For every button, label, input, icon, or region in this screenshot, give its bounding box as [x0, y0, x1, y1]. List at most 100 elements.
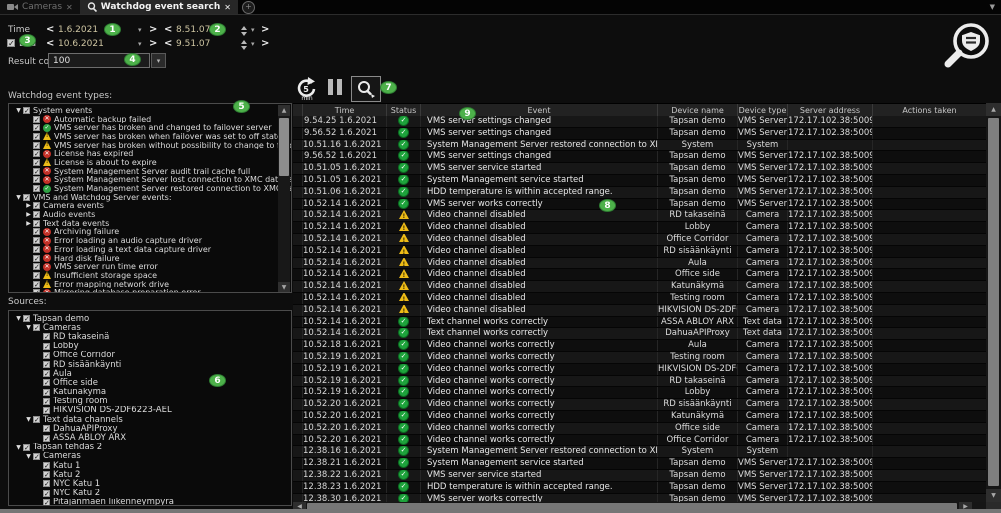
- event-type-item[interactable]: ▼✓VMS and Watchdog Server events:: [14, 193, 291, 202]
- checkbox[interactable]: ✓: [33, 168, 40, 175]
- table-row[interactable]: 10.52.19 1.6.2021✓Video channel works co…: [293, 387, 986, 399]
- checkbox[interactable]: ✓: [33, 255, 40, 262]
- checkbox[interactable]: ✓: [33, 416, 40, 423]
- event-types-scrollbar[interactable]: ▲ ▼: [278, 105, 290, 293]
- event-type-item[interactable]: ✓✓VMS server has broken and changed to f…: [14, 123, 291, 132]
- source-item[interactable]: ▼✓Tapsan demo: [14, 314, 291, 323]
- expander-open-icon[interactable]: ▼: [14, 194, 23, 201]
- event-type-item[interactable]: ✓✕Archiving failure: [14, 228, 291, 237]
- column-header-status[interactable]: Status: [387, 104, 421, 116]
- event-type-item[interactable]: ✓✕Automatic backup failed: [14, 115, 291, 124]
- checkbox[interactable]: ✓: [23, 194, 30, 201]
- event-type-item[interactable]: ✓✕VMS server run time error: [14, 262, 291, 271]
- event-type-item[interactable]: ✓✕Error loading an audio capture driver: [14, 236, 291, 245]
- table-row[interactable]: 10.52.14 1.6.2021Video channel disabledA…: [293, 258, 986, 270]
- table-row[interactable]: 10.52.18 1.6.2021✓Video channel works co…: [293, 340, 986, 352]
- start-time-next-icon[interactable]: >: [261, 25, 269, 35]
- checkbox[interactable]: ✓: [33, 142, 40, 149]
- start-time-spinner[interactable]: [241, 26, 247, 36]
- source-item[interactable]: ✓Testing room: [14, 397, 291, 406]
- tab-cameras[interactable]: Cameras ✕: [0, 0, 80, 14]
- checkbox[interactable]: ✓: [43, 343, 50, 350]
- source-item[interactable]: ✓RD sisäänkäynti: [14, 360, 291, 369]
- tab-watchdog-event-search[interactable]: Watchdog event search ✕: [80, 0, 238, 14]
- source-item[interactable]: ✓Lobby: [14, 342, 291, 351]
- table-row[interactable]: 9.56.52 1.6.2021✓VMS server settings cha…: [293, 128, 986, 140]
- expander-closed-icon[interactable]: ▶: [24, 202, 33, 209]
- event-type-item[interactable]: ▶✓Audio events: [14, 210, 291, 219]
- start-date-prev-icon[interactable]: <: [46, 25, 54, 35]
- checkbox[interactable]: ✓: [33, 133, 40, 140]
- checkbox[interactable]: ✓: [33, 220, 40, 227]
- start-date-next-icon[interactable]: >: [149, 25, 157, 35]
- checkbox[interactable]: ✓: [23, 107, 30, 114]
- start-time-dropdown-icon[interactable]: ▾: [251, 26, 255, 34]
- table-row[interactable]: 10.52.14 1.6.2021Video channel disabledL…: [293, 222, 986, 234]
- event-type-item[interactable]: ✓✓System Management Server restored conn…: [14, 184, 291, 193]
- column-header-time[interactable]: Time: [303, 104, 387, 116]
- checkbox[interactable]: ✓: [43, 480, 50, 487]
- checkbox[interactable]: ✓: [33, 116, 40, 123]
- tab-cameras-close-icon[interactable]: ✕: [66, 3, 73, 12]
- table-row[interactable]: 10.52.14 1.6.2021Video channel disabledR…: [293, 246, 986, 258]
- checkbox[interactable]: ✓: [23, 444, 30, 451]
- end-time-next-icon[interactable]: >: [261, 39, 269, 49]
- source-item[interactable]: ▼✓Text data channels: [14, 415, 291, 424]
- end-date-value[interactable]: 10.6.2021: [58, 39, 104, 49]
- scroll-down-icon[interactable]: ▼: [278, 282, 290, 293]
- scrollbar-thumb[interactable]: [988, 118, 999, 486]
- search-button[interactable]: [351, 76, 381, 102]
- checkbox[interactable]: ✓: [33, 159, 40, 166]
- source-item[interactable]: ✓Aula: [14, 369, 291, 378]
- checkbox[interactable]: ✓: [33, 211, 40, 218]
- checkbox[interactable]: ✓: [43, 499, 50, 506]
- source-item[interactable]: ✓ASSA ABLOY ARX: [14, 433, 291, 442]
- checkbox[interactable]: ✓: [43, 462, 50, 469]
- table-row[interactable]: 10.52.14 1.6.2021Video channel disabledO…: [293, 269, 986, 281]
- checkbox[interactable]: ✓: [23, 315, 30, 322]
- table-row[interactable]: 12.38.23 1.6.2021✓HDD temperature is wit…: [293, 482, 986, 494]
- table-row[interactable]: 10.52.20 1.6.2021✓Video channel works co…: [293, 411, 986, 423]
- source-item[interactable]: ▼✓Tapsan tehdas 2: [14, 443, 291, 452]
- source-item[interactable]: ✓NYC Katu 2: [14, 489, 291, 498]
- checkbox[interactable]: ✓: [33, 202, 40, 209]
- checkbox[interactable]: ✓: [33, 185, 40, 192]
- source-item[interactable]: ▼✓Cameras: [14, 323, 291, 332]
- checkbox[interactable]: ✓: [33, 289, 40, 293]
- checkbox[interactable]: ✓: [33, 272, 40, 279]
- checkbox[interactable]: ✓: [43, 352, 50, 359]
- table-row[interactable]: 10.52.19 1.6.2021✓Video channel works co…: [293, 376, 986, 388]
- end-checkbox[interactable]: ✓: [7, 39, 15, 47]
- table-row[interactable]: 10.52.19 1.6.2021✓Video channel works co…: [293, 352, 986, 364]
- table-row[interactable]: 10.52.20 1.6.2021✓Video channel works co…: [293, 435, 986, 447]
- start-date-value[interactable]: 1.6.2021: [58, 25, 98, 35]
- table-row[interactable]: 12.38.22 1.6.2021✓VMS server service sta…: [293, 470, 986, 482]
- source-item[interactable]: ✓Katunäkymä: [14, 388, 291, 397]
- source-item[interactable]: ✓Katu 1: [14, 461, 291, 470]
- checkbox[interactable]: ✓: [43, 370, 50, 377]
- table-row[interactable]: 10.52.14 1.6.2021✓VMS server works corre…: [293, 199, 986, 211]
- table-row[interactable]: 10.51.16 1.6.2021✓System Management Serv…: [293, 140, 986, 152]
- expander-closed-icon[interactable]: ▶: [24, 211, 33, 218]
- checkbox[interactable]: ✓: [43, 379, 50, 386]
- checkbox[interactable]: ✓: [43, 398, 50, 405]
- checkbox[interactable]: ✓: [43, 333, 50, 340]
- event-type-item[interactable]: ✓License is about to expire: [14, 158, 291, 167]
- source-item[interactable]: ▼✓Cameras: [14, 452, 291, 461]
- table-row[interactable]: 10.51.05 1.6.2021✓VMS server service sta…: [293, 163, 986, 175]
- table-row[interactable]: 10.52.14 1.6.2021✓Text channel works cor…: [293, 328, 986, 340]
- checkbox[interactable]: ✓: [33, 281, 40, 288]
- source-item[interactable]: ✓Katu 2: [14, 470, 291, 479]
- table-row[interactable]: 12.38.16 1.6.2021✓System Management Serv…: [293, 446, 986, 458]
- checkbox[interactable]: ✓: [33, 176, 40, 183]
- checkbox[interactable]: ✓: [43, 361, 50, 368]
- checkbox[interactable]: ✓: [43, 490, 50, 497]
- checkbox[interactable]: ✓: [43, 435, 50, 442]
- result-count-dropdown-button[interactable]: ▾: [151, 53, 166, 68]
- table-row[interactable]: 10.51.06 1.6.2021✓HDD temperature is wit…: [293, 187, 986, 199]
- table-vertical-scrollbar[interactable]: ▲ ▼: [986, 103, 1001, 502]
- end-date-prev-icon[interactable]: <: [46, 39, 54, 49]
- checkbox[interactable]: ✓: [33, 263, 40, 270]
- scrollbar-thumb[interactable]: [279, 118, 289, 176]
- column-header-event[interactable]: Event: [421, 104, 658, 116]
